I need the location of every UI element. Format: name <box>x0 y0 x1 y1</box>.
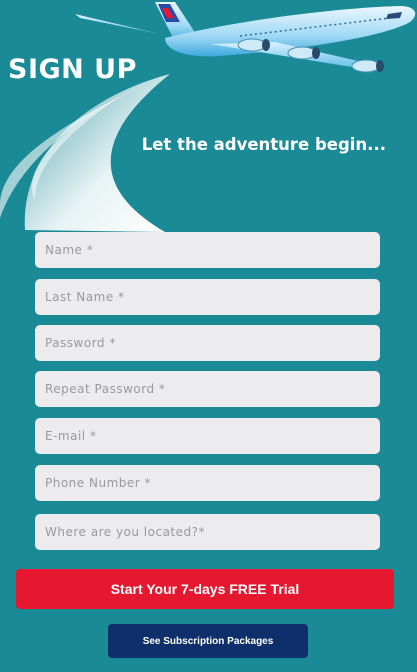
email-field[interactable] <box>35 418 380 454</box>
page-title: SIGN UP <box>8 54 137 85</box>
repeat-password-field[interactable] <box>35 371 380 407</box>
tagline: Let the adventure begin... <box>141 135 386 154</box>
start-free-trial-button[interactable]: Start Your 7-days FREE Trial <box>16 569 394 609</box>
password-field[interactable] <box>35 325 380 361</box>
phone-number-field[interactable] <box>35 465 380 501</box>
signup-page: SIGN UP Let the adventure begin... Start… <box>0 0 417 672</box>
see-subscription-packages-button[interactable]: See Subscription Packages <box>108 624 308 658</box>
location-field[interactable] <box>35 514 380 550</box>
name-field[interactable] <box>35 232 380 268</box>
last-name-field[interactable] <box>35 279 380 315</box>
